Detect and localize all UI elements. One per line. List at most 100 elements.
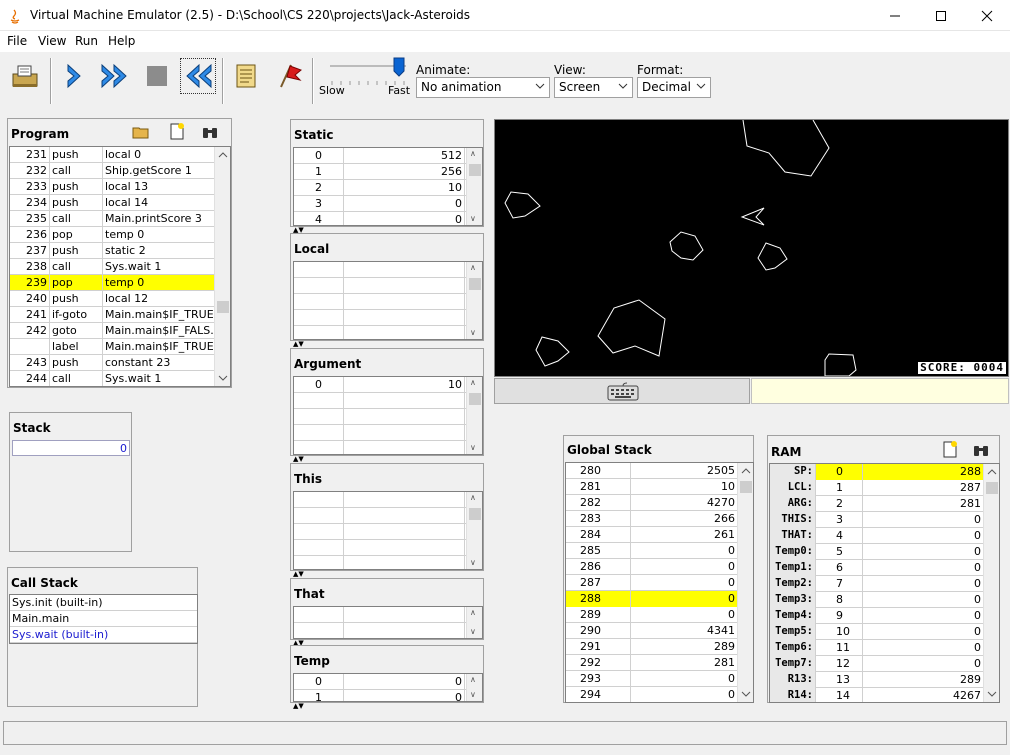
scroll-up-icon[interactable]: ∧ — [470, 263, 476, 273]
scroll-thumb[interactable] — [469, 278, 481, 290]
maximize-button[interactable] — [918, 0, 964, 31]
local-segment-table[interactable]: ∧ ∨ — [293, 261, 483, 340]
scroll-down-icon[interactable]: ∨ — [470, 328, 476, 338]
scroll-down-icon[interactable]: ∨ — [470, 627, 476, 637]
new-file-icon[interactable] — [941, 440, 959, 458]
binoculars-icon[interactable] — [201, 123, 219, 141]
temp-segment-table[interactable]: 0 0 1 0 ∧ ∨ — [293, 673, 483, 702]
table-row[interactable]: 238 call Sys.wait 1 — [10, 259, 230, 275]
rewind-button[interactable] — [180, 58, 216, 94]
table-row[interactable]: 242 goto Main.main$IF_FALS... — [10, 323, 230, 339]
single-step-button[interactable] — [56, 58, 92, 94]
static-segment-scrollbar[interactable]: ∧ ∨ — [466, 148, 482, 225]
scroll-thumb[interactable] — [986, 482, 998, 494]
load-program-button[interactable] — [7, 58, 43, 94]
table-row[interactable] — [294, 326, 482, 339]
table-row[interactable]: 235 call Main.printScore 3 — [10, 211, 230, 227]
call-stack-table[interactable]: Sys.init (built-in) Main.main Sys.wait (… — [9, 594, 198, 644]
table-row[interactable]: 294 0 — [566, 687, 753, 702]
menu-help[interactable]: Help — [108, 34, 135, 48]
keyboard-button[interactable] — [494, 378, 750, 404]
scroll-down-icon[interactable] — [987, 689, 997, 699]
argument-segment-scrollbar[interactable]: ∧ ∨ — [466, 377, 482, 454]
table-row[interactable]: 244 call Sys.wait 1 — [10, 371, 230, 386]
table-row[interactable]: Temp4: 9 0 — [770, 608, 999, 624]
scroll-thumb[interactable] — [217, 301, 229, 313]
table-row[interactable]: Temp3: 8 0 — [770, 592, 999, 608]
stop-button[interactable] — [139, 58, 175, 94]
table-row[interactable]: 281 10 — [566, 479, 753, 495]
table-row[interactable]: 286 0 — [566, 559, 753, 575]
table-row[interactable]: Temp2: 7 0 — [770, 576, 999, 592]
breakpoints-button[interactable] — [270, 58, 306, 94]
table-row[interactable] — [294, 425, 482, 441]
script-button[interactable] — [228, 58, 264, 94]
table-row[interactable]: Temp7: 12 0 — [770, 656, 999, 672]
table-row[interactable]: 280 2505 — [566, 463, 753, 479]
table-row[interactable] — [294, 310, 482, 326]
table-row[interactable] — [294, 262, 482, 278]
global-stack-table[interactable]: 280 2505 281 10 282 4270 283 266 284 261 285 0 286 0 2… — [565, 462, 754, 703]
table-row[interactable] — [294, 524, 482, 540]
table-row[interactable]: THAT: 4 0 — [770, 528, 999, 544]
table-row[interactable]: 287 0 — [566, 575, 753, 591]
table-row[interactable]: 231 push local 0 — [10, 147, 230, 163]
panel-splitter-arrows-icon[interactable]: ▲▼ — [293, 702, 304, 710]
table-row[interactable] — [294, 441, 482, 454]
scroll-up-icon[interactable]: ∧ — [470, 675, 476, 685]
table-row[interactable]: Temp6: 11 0 — [770, 640, 999, 656]
scroll-up-icon[interactable] — [741, 466, 751, 476]
argument-segment-table[interactable]: 0 10 ∧ ∨ — [293, 376, 483, 455]
table-row[interactable]: 233 push local 13 — [10, 179, 230, 195]
table-row[interactable]: 240 push local 12 — [10, 291, 230, 307]
table-row[interactable]: ARG: 2 281 — [770, 496, 999, 512]
menu-run[interactable]: Run — [75, 34, 98, 48]
scroll-down-icon[interactable]: ∨ — [470, 214, 476, 224]
global-stack-scrollbar[interactable] — [737, 463, 753, 702]
scroll-thumb[interactable] — [469, 508, 481, 520]
table-row[interactable]: 291 289 — [566, 639, 753, 655]
program-scrollbar[interactable] — [214, 147, 230, 386]
table-row[interactable] — [294, 393, 482, 409]
table-row[interactable] — [294, 409, 482, 425]
stack-table[interactable]: 0 — [12, 440, 130, 456]
ram-table[interactable]: SP: 0 288 LCL: 1 287 ARG: 2 281 THIS: 3 0 THAT: 4 0 Tem… — [769, 463, 1000, 703]
scroll-down-icon[interactable]: ∨ — [470, 443, 476, 453]
open-folder-icon[interactable] — [132, 123, 150, 141]
table-row[interactable] — [294, 294, 482, 310]
table-row[interactable]: 1 256 — [294, 164, 482, 180]
table-row[interactable]: 0 10 — [294, 377, 482, 393]
table-row[interactable]: THIS: 3 0 — [770, 512, 999, 528]
scroll-up-icon[interactable]: ∧ — [470, 493, 476, 503]
table-row[interactable] — [294, 508, 482, 524]
table-row[interactable]: LCL: 1 287 — [770, 480, 999, 496]
table-row[interactable]: 239 pop temp 0 — [10, 275, 230, 291]
table-row[interactable]: 2 10 — [294, 180, 482, 196]
program-table[interactable]: 231 push local 0 232 call Ship.getScore 1 233 p… — [9, 146, 231, 387]
that-segment-table[interactable]: ∧ ∨ — [293, 606, 483, 639]
scroll-thumb[interactable] — [740, 481, 752, 493]
scroll-down-icon[interactable]: ∨ — [470, 690, 476, 700]
this-segment-table[interactable]: ∧ ∨ — [293, 491, 483, 570]
table-row[interactable]: 283 266 — [566, 511, 753, 527]
table-row[interactable]: 40 — [294, 212, 482, 225]
table-row[interactable] — [294, 540, 482, 556]
ram-scrollbar[interactable] — [983, 464, 999, 702]
table-row[interactable]: Temp0: 5 0 — [770, 544, 999, 560]
menu-view[interactable]: View — [38, 34, 66, 48]
table-row[interactable]: 30 — [294, 196, 482, 212]
table-row[interactable]: SP: 0 288 — [770, 464, 999, 480]
scroll-down-icon[interactable] — [218, 373, 228, 383]
scroll-up-icon[interactable] — [987, 467, 997, 477]
scroll-up-icon[interactable]: ∧ — [470, 608, 476, 618]
table-row[interactable]: 10 — [294, 690, 482, 701]
table-row[interactable]: 241 if-goto Main.main$IF_TRUE... — [10, 307, 230, 323]
static-segment-table[interactable]: 0 512 1 256 2 10 3 0 4 0 ∧ ∨ — [293, 147, 483, 226]
this-segment-scrollbar[interactable]: ∧ ∨ — [466, 492, 482, 569]
list-item[interactable]: Sys.wait (built-in) — [10, 627, 197, 643]
binoculars-icon[interactable] — [972, 441, 990, 459]
animate-select[interactable]: No animation — [416, 77, 550, 98]
scroll-up-icon[interactable] — [218, 150, 228, 160]
menu-file[interactable]: File — [7, 34, 27, 48]
temp-segment-scrollbar[interactable]: ∧ ∨ — [466, 674, 482, 701]
